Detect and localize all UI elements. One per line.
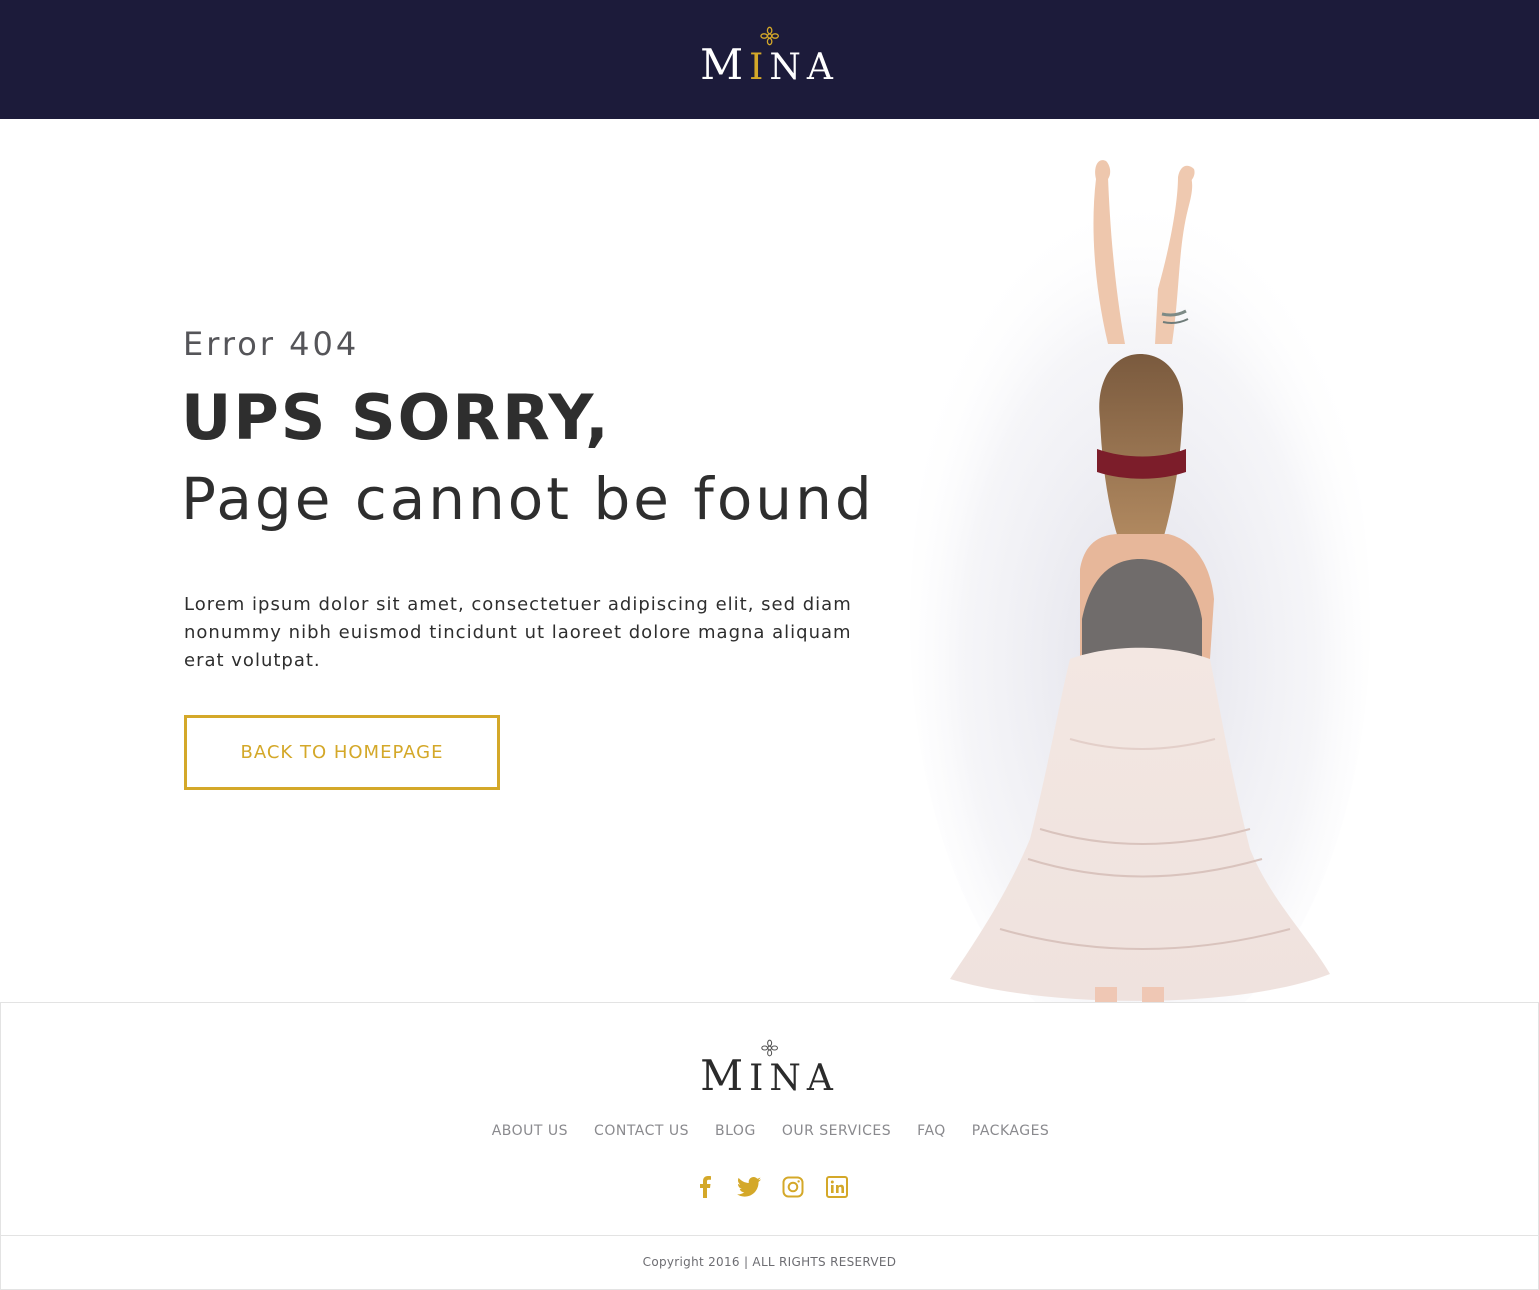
twitter-icon[interactable]	[736, 1175, 761, 1199]
linkedin-icon[interactable]	[825, 1175, 849, 1199]
instagram-icon[interactable]	[781, 1175, 805, 1199]
logo-wordmark: MINA	[700, 40, 839, 89]
error-code: Error 404	[183, 325, 360, 363]
footer-link-faq[interactable]: FAQ	[917, 1123, 946, 1139]
header-logo[interactable]: MINA	[700, 26, 839, 89]
copyright-text: Copyright 2016 | ALL RIGHTS RESERVED	[642, 1255, 897, 1269]
site-header: MINA	[0, 0, 1539, 119]
error-hero: Error 404 UPS SORRY, Page cannot be foun…	[0, 119, 1539, 1002]
footer-logo[interactable]: MINA	[700, 1039, 839, 1100]
logo-wordmark: MINA	[700, 1051, 839, 1100]
footer-link-contact-us[interactable]: CONTACT US	[594, 1123, 689, 1139]
social-links	[1, 1175, 1539, 1199]
footer-link-packages[interactable]: PACKAGES	[972, 1123, 1050, 1139]
error-headline: UPS SORRY,	[181, 381, 611, 454]
footer-nav: ABOUT US CONTACT US BLOG OUR SERVICES FA…	[1, 1123, 1539, 1139]
footer-link-blog[interactable]: BLOG	[715, 1123, 756, 1139]
footer-link-our-services[interactable]: OUR SERVICES	[782, 1123, 891, 1139]
back-to-homepage-button[interactable]: BACK TO HOMEPAGE	[184, 715, 500, 790]
facebook-icon[interactable]	[693, 1175, 717, 1199]
dancing-woman-image	[910, 160, 1370, 1002]
site-footer: MINA ABOUT US CONTACT US BLOG OUR SERVIC…	[0, 1002, 1539, 1236]
copyright-bar: Copyright 2016 | ALL RIGHTS RESERVED	[0, 1235, 1539, 1290]
error-subheading: Page cannot be found	[181, 465, 875, 533]
footer-link-about-us[interactable]: ABOUT US	[492, 1123, 568, 1139]
error-description: Lorem ipsum dolor sit amet, consectetuer…	[184, 594, 852, 671]
flower-emblem-icon	[760, 26, 779, 46]
